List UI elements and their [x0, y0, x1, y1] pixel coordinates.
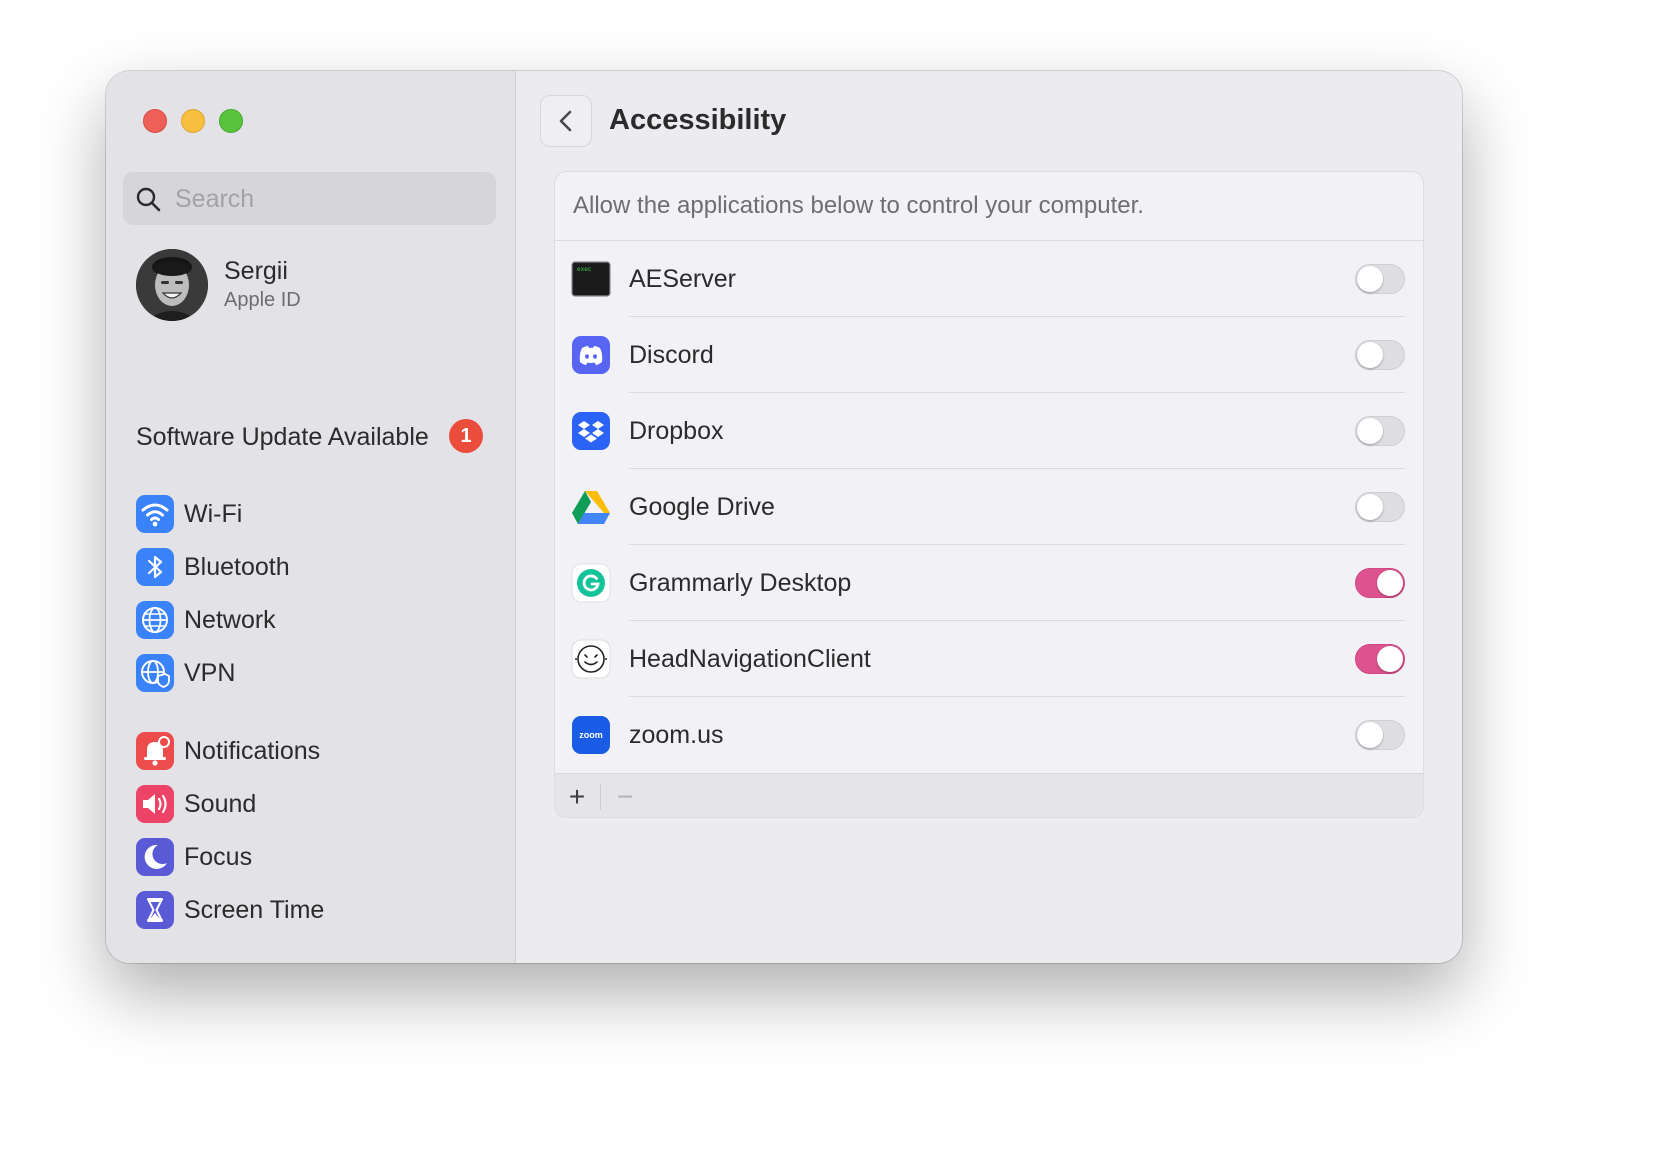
- back-button[interactable]: [540, 95, 592, 147]
- toggle-knob: [1357, 494, 1383, 520]
- search-icon: [136, 187, 161, 212]
- search-input[interactable]: [173, 172, 477, 227]
- toggle-knob: [1357, 722, 1383, 748]
- sidebar-item-label: VPN: [184, 659, 236, 687]
- remove-app-button[interactable]: −: [603, 774, 647, 817]
- google-drive-icon: [572, 491, 610, 524]
- app-toggle[interactable]: [1355, 568, 1405, 598]
- app-name: AEServer: [629, 265, 736, 293]
- app-name: zoom.us: [629, 721, 724, 749]
- page-title: Accessibility: [609, 104, 787, 136]
- list-item: Google Drive: [555, 469, 1423, 545]
- app-toggle[interactable]: [1355, 720, 1405, 750]
- list-item: Grammarly Desktop: [555, 545, 1423, 621]
- toggle-knob: [1357, 266, 1383, 292]
- sidebar-item-label: Focus: [184, 843, 253, 871]
- list-footer-toolbar: + −: [555, 773, 1423, 817]
- app-toggle[interactable]: [1355, 264, 1405, 294]
- sidebar-item-vpn[interactable]: VPN: [136, 652, 486, 696]
- hourglass-icon: [136, 891, 174, 929]
- search-field[interactable]: [123, 172, 496, 227]
- toggle-knob: [1357, 342, 1383, 368]
- apple-id-profile[interactable]: Sergii Apple ID: [136, 249, 496, 325]
- app-name: Google Drive: [629, 493, 775, 521]
- update-count-badge: 1: [449, 419, 483, 453]
- app-toggle[interactable]: [1355, 340, 1405, 370]
- sidebar-item-sound[interactable]: Sound: [136, 783, 486, 827]
- head-navigation-icon: [571, 639, 611, 679]
- sidebar-item-screen-time[interactable]: Screen Time: [136, 889, 486, 933]
- add-app-button[interactable]: +: [555, 774, 599, 817]
- avatar: [136, 249, 208, 321]
- list-item: HeadNavigationClient: [555, 621, 1423, 697]
- list-item: exec AEServer: [555, 241, 1423, 317]
- app-toggle[interactable]: [1355, 644, 1405, 674]
- panel-description: Allow the applications below to control …: [573, 192, 1144, 219]
- moon-icon: [136, 838, 174, 876]
- sidebar-item-label: Bluetooth: [184, 553, 290, 581]
- sidebar-item-label: Screen Time: [184, 896, 325, 924]
- app-name: Discord: [629, 341, 714, 369]
- dropbox-icon: [572, 412, 610, 450]
- app-toggle[interactable]: [1355, 416, 1405, 446]
- sidebar-item-label: Notifications: [184, 737, 321, 765]
- app-name: HeadNavigationClient: [629, 645, 871, 673]
- profile-subtitle: Apple ID: [224, 289, 301, 311]
- svg-text:zoom: zoom: [579, 730, 603, 740]
- sidebar-item-network[interactable]: Network: [136, 599, 486, 643]
- app-name: Grammarly Desktop: [629, 569, 852, 597]
- terminal-exec-icon: exec: [571, 261, 611, 297]
- vpn-globe-icon: [136, 654, 174, 692]
- chevron-left-icon: [559, 110, 572, 132]
- list-item: zoom zoom.us: [555, 697, 1423, 773]
- software-update-item[interactable]: Software Update Available 1: [136, 419, 496, 455]
- globe-icon: [136, 601, 174, 639]
- sidebar-item-label: Network: [184, 606, 276, 634]
- close-window-button[interactable]: [143, 109, 167, 133]
- sidebar-item-notifications[interactable]: Notifications: [136, 730, 486, 774]
- sidebar-item-label: Sound: [184, 790, 257, 818]
- wifi-icon: [136, 495, 174, 533]
- software-update-label: Software Update Available: [136, 423, 429, 451]
- speaker-icon: [136, 785, 174, 823]
- app-name: Dropbox: [629, 417, 724, 445]
- list-item: Discord: [555, 317, 1423, 393]
- sidebar-item-focus[interactable]: Focus: [136, 836, 486, 880]
- bluetooth-icon: [136, 548, 174, 586]
- grammarly-icon: [571, 563, 611, 603]
- svg-text:exec: exec: [577, 266, 592, 273]
- main-content: Accessibility Allow the applications bel…: [516, 71, 1462, 963]
- bell-icon: [136, 732, 174, 770]
- profile-name: Sergii: [224, 257, 288, 285]
- divider: [600, 784, 601, 810]
- discord-icon: [572, 336, 610, 374]
- list-item: Dropbox: [555, 393, 1423, 469]
- sidebar-item-bluetooth[interactable]: Bluetooth: [136, 546, 486, 590]
- sidebar: Sergii Apple ID Software Update Availabl…: [106, 71, 516, 963]
- accessibility-apps-list: Allow the applications below to control …: [554, 171, 1424, 818]
- toggle-knob: [1377, 570, 1403, 596]
- toggle-knob: [1377, 646, 1403, 672]
- app-toggle[interactable]: [1355, 492, 1405, 522]
- minimize-window-button[interactable]: [181, 109, 205, 133]
- sidebar-item-label: Wi-Fi: [184, 500, 243, 528]
- toggle-knob: [1357, 418, 1383, 444]
- sidebar-item-wifi[interactable]: Wi-Fi: [136, 493, 486, 537]
- zoom-window-button[interactable]: [219, 109, 243, 133]
- zoom-icon: zoom: [572, 716, 610, 754]
- system-settings-window: Sergii Apple ID Software Update Availabl…: [106, 71, 1462, 963]
